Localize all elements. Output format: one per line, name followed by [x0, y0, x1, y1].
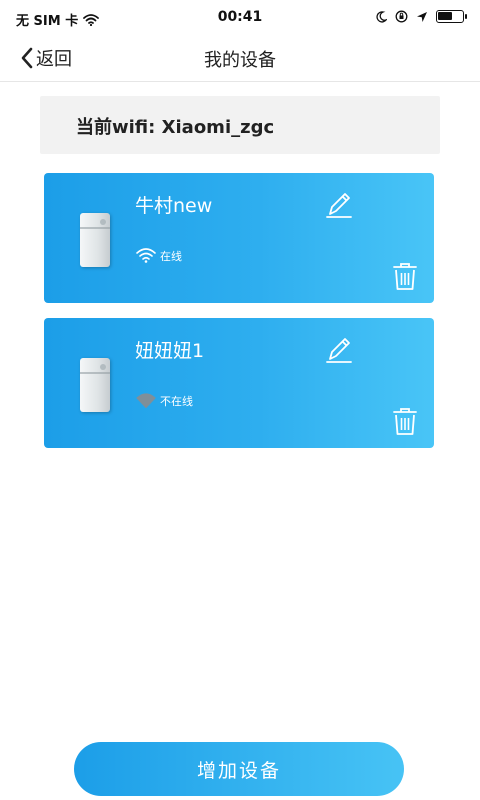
device-image: [80, 358, 110, 412]
pencil-icon[interactable]: [324, 189, 354, 219]
device-status: 在线: [135, 247, 182, 263]
device-card[interactable]: 牛村new 在线: [44, 173, 434, 303]
status-bar: 无 SIM 卡 00:41: [0, 0, 480, 36]
location-arrow-icon: [417, 11, 427, 22]
add-device-button[interactable]: 增加设备: [74, 742, 404, 796]
nav-bar: 返回 我的设备: [0, 36, 480, 82]
current-wifi-label: 当前wifi:: [76, 117, 156, 138]
device-status: 不在线: [135, 392, 193, 408]
moon-icon: [376, 10, 387, 23]
orientation-lock-icon: [395, 10, 408, 23]
current-wifi-ssid: Xiaomi_zgc: [161, 117, 275, 138]
wifi-icon: [136, 248, 156, 263]
wifi-off-icon: [136, 393, 156, 408]
trash-icon[interactable]: [392, 406, 418, 436]
trash-icon[interactable]: [392, 261, 418, 291]
current-wifi-text: 当前wifi: Xiaomi_zgc: [76, 113, 274, 139]
current-wifi-bar: 当前wifi: Xiaomi_zgc: [40, 96, 440, 154]
battery-level: [438, 12, 452, 20]
battery-icon: [436, 10, 467, 23]
device-status-label: 不在线: [160, 395, 193, 408]
device-name: 牛村new: [135, 195, 213, 217]
page-title: 我的设备: [204, 50, 276, 71]
pencil-icon[interactable]: [324, 334, 354, 364]
device-status-label: 在线: [160, 250, 182, 263]
device-card[interactable]: 妞妞妞1 不在线: [44, 318, 434, 448]
status-right: [376, 10, 467, 23]
device-name: 妞妞妞1: [135, 340, 205, 362]
device-image: [80, 213, 110, 267]
